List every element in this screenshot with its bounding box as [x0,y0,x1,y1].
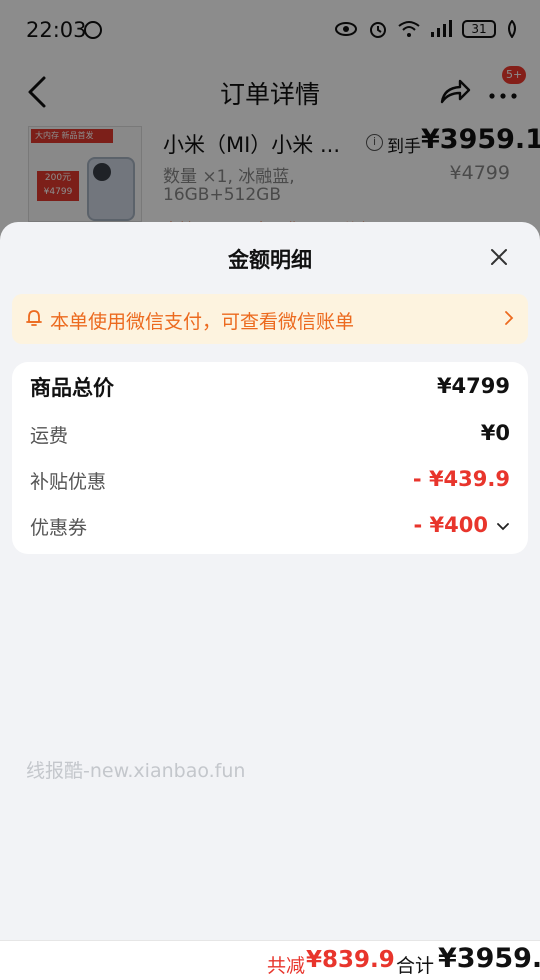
amount-breakdown-card: 商品总价 ¥4799 运费 ¥0 补贴优惠 - ¥439.9 优惠券 - ¥40… [12,362,528,554]
total-label: 合计 [396,955,435,977]
coupon-label: 优惠券 [30,517,88,539]
row-subsidy: 补贴优惠 - ¥439.9 [12,461,528,501]
bell-icon [26,310,42,326]
chevron-right-icon [505,311,514,325]
chevron-down-icon[interactable] [496,521,510,533]
wechat-notice-text: 本单使用微信支付，可查看微信账单 [50,311,355,333]
coupon-value: - ¥400 [413,513,488,537]
row-product-total: 商品总价 ¥4799 [12,368,528,408]
amount-detail-sheet: 金额明细 本单使用微信支付，可查看微信账单 商品总价 ¥4799 运费 ¥0 补… [0,222,540,940]
discount-value: ¥839.9 [306,947,395,973]
product-total-label: 商品总价 [30,376,114,400]
row-shipping: 运费 ¥0 [12,415,528,455]
shipping-label: 运费 [30,425,69,447]
discount-label: 共减 [267,955,306,977]
shipping-value: ¥0 [480,421,510,445]
order-total-bar: 共减 ¥839.9 合计 ¥3959.1 [0,940,540,980]
close-icon[interactable] [486,244,512,270]
subsidy-value: - ¥439.9 [412,467,510,491]
wechat-bill-notice[interactable]: 本单使用微信支付，可查看微信账单 [12,294,528,344]
sheet-title: 金额明细 [228,248,312,272]
total-value: ¥3959.1 [438,943,540,974]
subsidy-label: 补贴优惠 [30,471,107,493]
product-total-value: ¥4799 [436,374,510,398]
watermark-text: 线报酷-new.xianbao.fun [26,760,246,782]
row-coupon[interactable]: 优惠券 - ¥400 [12,507,528,547]
